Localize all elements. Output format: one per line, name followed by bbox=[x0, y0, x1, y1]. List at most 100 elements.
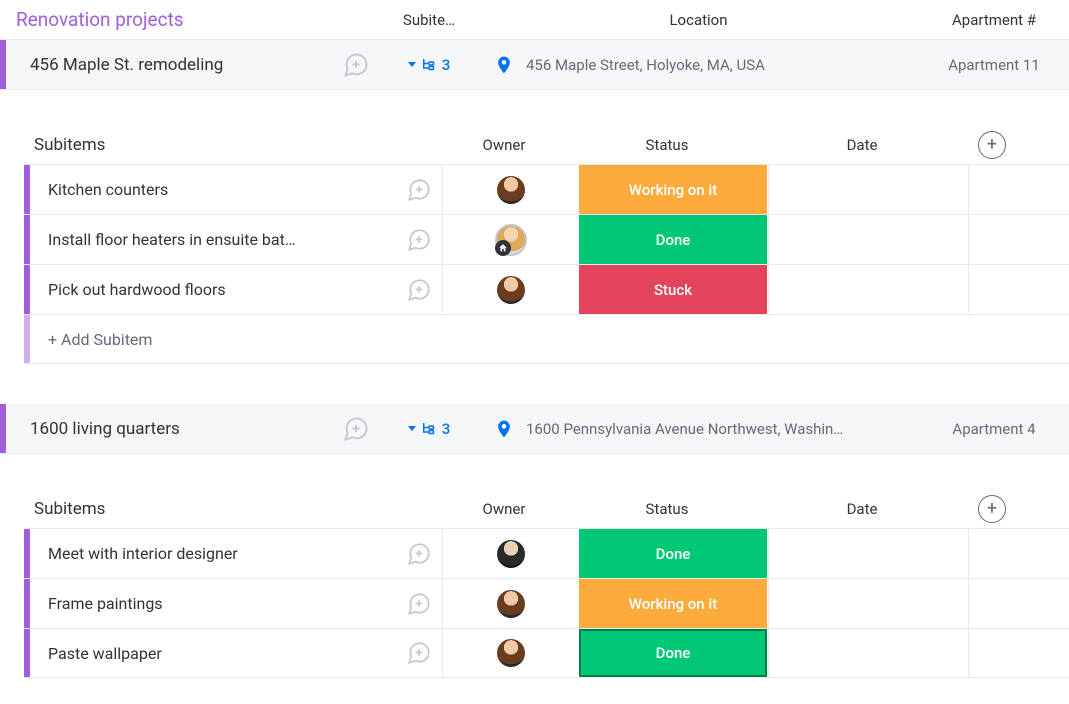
column-header-owner[interactable]: Owner bbox=[436, 500, 572, 518]
location-pin-icon bbox=[494, 55, 514, 75]
location-cell[interactable]: 1600 Pennsylvania Avenue Northwest, Wash… bbox=[478, 419, 919, 439]
owner-cell[interactable] bbox=[442, 215, 578, 264]
subitems-tree-icon bbox=[420, 56, 438, 74]
status-cell[interactable]: Done bbox=[578, 529, 768, 578]
subitem-row[interactable]: Meet with interior designer Done bbox=[24, 528, 1069, 578]
column-header-location[interactable]: Location bbox=[478, 11, 919, 29]
add-column-button[interactable]: + bbox=[962, 495, 1022, 523]
project-name-cell[interactable]: 456 Maple St. remodeling bbox=[6, 51, 380, 79]
subitems-count: 3 bbox=[442, 420, 451, 438]
date-cell[interactable] bbox=[768, 579, 968, 628]
location-cell[interactable]: 456 Maple Street, Holyoke, MA, USA bbox=[478, 55, 919, 75]
project-name-cell[interactable]: 1600 living quarters bbox=[6, 415, 380, 443]
add-conversation-icon[interactable] bbox=[342, 415, 370, 443]
subitems-header: Subitems Owner Status Date + bbox=[24, 126, 1069, 164]
project-row[interactable]: 1600 living quarters 3 1600 Pennsylvania… bbox=[0, 404, 1069, 454]
subitem-name-cell[interactable]: Pick out hardwood floors bbox=[30, 265, 442, 314]
avatar bbox=[495, 174, 527, 206]
date-cell[interactable] bbox=[768, 529, 968, 578]
status-cell[interactable]: Working on it bbox=[578, 165, 768, 214]
date-cell[interactable] bbox=[768, 629, 968, 677]
column-header-owner[interactable]: Owner bbox=[436, 136, 572, 154]
extra-cell bbox=[968, 265, 1028, 314]
status-cell[interactable]: Working on it bbox=[578, 579, 768, 628]
location-pin-icon bbox=[494, 419, 514, 439]
subitem-name-text: Pick out hardwood floors bbox=[48, 280, 226, 299]
subitem-row[interactable]: Kitchen counters Working on it bbox=[24, 164, 1069, 214]
add-subitem-button[interactable]: + Add Subitem bbox=[24, 314, 1069, 364]
subitem-name-cell[interactable]: Kitchen counters bbox=[30, 165, 442, 214]
subitems-tree-icon bbox=[420, 420, 438, 438]
extra-cell bbox=[968, 165, 1028, 214]
status-cell[interactable]: Stuck bbox=[578, 265, 768, 314]
status-cell[interactable]: Done bbox=[578, 629, 768, 677]
owner-cell[interactable] bbox=[442, 529, 578, 578]
avatar bbox=[495, 274, 527, 306]
caret-down-icon bbox=[408, 426, 416, 431]
subitems-count-cell[interactable]: 3 bbox=[380, 56, 478, 74]
avatar bbox=[495, 538, 527, 570]
apartment-cell[interactable]: Apartment 4 bbox=[919, 420, 1069, 438]
column-header-status[interactable]: Status bbox=[572, 136, 762, 154]
location-text: 456 Maple Street, Holyoke, MA, USA bbox=[526, 56, 765, 74]
avatar bbox=[495, 588, 527, 620]
subitem-name-cell[interactable]: Install floor heaters in ensuite bat… bbox=[30, 215, 442, 264]
group-title[interactable]: Renovation projects bbox=[0, 8, 380, 31]
owner-cell[interactable] bbox=[442, 165, 578, 214]
add-conversation-icon[interactable] bbox=[406, 591, 432, 617]
location-text: 1600 Pennsylvania Avenue Northwest, Wash… bbox=[526, 420, 843, 438]
add-conversation-icon[interactable] bbox=[406, 277, 432, 303]
subitems-count-cell[interactable]: 3 bbox=[380, 420, 478, 438]
column-header-date[interactable]: Date bbox=[762, 136, 962, 154]
column-header-subitems[interactable]: Subite… bbox=[380, 11, 478, 29]
home-badge-icon bbox=[495, 240, 511, 256]
owner-cell[interactable] bbox=[442, 579, 578, 628]
date-cell[interactable] bbox=[768, 165, 968, 214]
extra-cell bbox=[968, 579, 1028, 628]
owner-cell[interactable] bbox=[442, 629, 578, 677]
subitems-header: Subitems Owner Status Date + bbox=[24, 490, 1069, 528]
plus-icon: + bbox=[978, 131, 1006, 159]
subitems-title[interactable]: Subitems bbox=[24, 499, 436, 519]
subitem-row[interactable]: Install floor heaters in ensuite bat… Do… bbox=[24, 214, 1069, 264]
plus-icon: + bbox=[978, 495, 1006, 523]
column-header-apartment[interactable]: Apartment # bbox=[919, 11, 1069, 29]
column-header-status[interactable]: Status bbox=[572, 500, 762, 518]
subitem-name-text: Install floor heaters in ensuite bat… bbox=[48, 230, 296, 249]
add-conversation-icon[interactable] bbox=[406, 177, 432, 203]
add-conversation-icon[interactable] bbox=[406, 541, 432, 567]
subitem-name-text: Meet with interior designer bbox=[48, 544, 238, 563]
subitem-name-text: Frame paintings bbox=[48, 594, 163, 613]
owner-cell[interactable] bbox=[442, 265, 578, 314]
date-cell[interactable] bbox=[768, 215, 968, 264]
avatar bbox=[495, 637, 527, 669]
extra-cell bbox=[968, 529, 1028, 578]
subitem-row[interactable]: Frame paintings Working on it bbox=[24, 578, 1069, 628]
add-column-button[interactable]: + bbox=[962, 131, 1022, 159]
project-row[interactable]: 456 Maple St. remodeling 3 456 Maple Str… bbox=[0, 40, 1069, 90]
subitem-row[interactable]: Pick out hardwood floors Stuck bbox=[24, 264, 1069, 314]
add-conversation-icon[interactable] bbox=[406, 227, 432, 253]
extra-cell bbox=[968, 629, 1028, 677]
subitems-count: 3 bbox=[442, 56, 451, 74]
add-subitem-label: + Add Subitem bbox=[30, 330, 152, 349]
add-conversation-icon[interactable] bbox=[406, 640, 432, 666]
apartment-cell[interactable]: Apartment 11 bbox=[919, 56, 1069, 74]
extra-cell bbox=[968, 215, 1028, 264]
date-cell[interactable] bbox=[768, 265, 968, 314]
caret-down-icon bbox=[408, 62, 416, 67]
group-header: Renovation projects Subite… Location Apa… bbox=[0, 0, 1069, 40]
subitem-name-cell[interactable]: Frame paintings bbox=[30, 579, 442, 628]
subitem-row[interactable]: Paste wallpaper Done bbox=[24, 628, 1069, 678]
project-name-text: 456 Maple St. remodeling bbox=[30, 55, 223, 75]
avatar bbox=[495, 224, 527, 256]
add-conversation-icon[interactable] bbox=[342, 51, 370, 79]
subitem-name-text: Kitchen counters bbox=[48, 180, 168, 199]
status-cell[interactable]: Done bbox=[578, 215, 768, 264]
subitems-title[interactable]: Subitems bbox=[24, 135, 436, 155]
project-name-text: 1600 living quarters bbox=[30, 419, 180, 439]
subitem-name-text: Paste wallpaper bbox=[48, 644, 162, 663]
subitem-name-cell[interactable]: Paste wallpaper bbox=[30, 629, 442, 677]
subitem-name-cell[interactable]: Meet with interior designer bbox=[30, 529, 442, 578]
column-header-date[interactable]: Date bbox=[762, 500, 962, 518]
